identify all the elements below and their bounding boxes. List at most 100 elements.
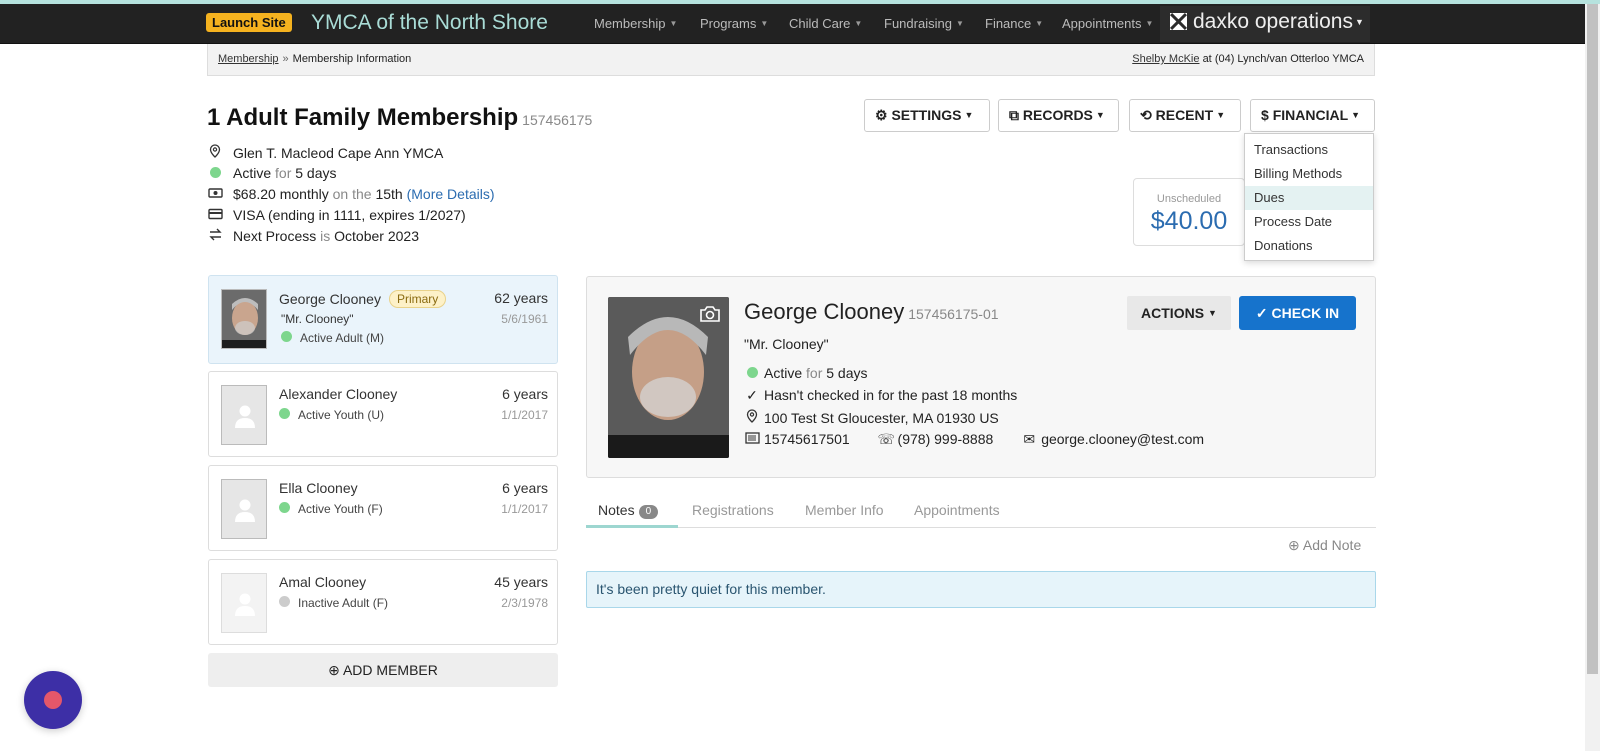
add-member-button[interactable]: ⊕ ADD MEMBER bbox=[208, 653, 558, 687]
settings-label: SETTINGS bbox=[891, 107, 962, 123]
records-button[interactable]: ⧉ RECORDS ▼ bbox=[998, 99, 1119, 132]
actions-button[interactable]: ACTIONS ▼ bbox=[1127, 296, 1231, 330]
plus-circle-icon: ⊕ bbox=[1288, 537, 1300, 553]
nav-finance[interactable]: Finance ▼ bbox=[985, 16, 1043, 32]
membership-number: 157456175 bbox=[522, 112, 593, 128]
member-status: Active Youth (U) bbox=[298, 408, 385, 422]
detail-status-duration: 5 days bbox=[826, 365, 868, 381]
balance-amount: $40.00 bbox=[1150, 207, 1228, 235]
detail-name: George Clooney bbox=[744, 299, 905, 324]
org-name[interactable]: YMCA of the North Shore bbox=[311, 10, 548, 36]
primary-badge: Primary bbox=[388, 290, 447, 308]
chevron-down-icon: ▼ bbox=[669, 19, 678, 28]
user-location: Shelby McKie at (04) Lynch/van Otterloo … bbox=[1132, 44, 1364, 75]
status-dot-icon bbox=[281, 331, 292, 342]
tab-registrations[interactable]: Registrations bbox=[692, 502, 774, 518]
nav-appointments[interactable]: Appointments ▼ bbox=[1062, 16, 1153, 32]
detail-address: 100 Test St Gloucester, MA 01930 US bbox=[764, 410, 999, 426]
checkin-note: Hasn't checked in for the past 18 months bbox=[764, 387, 1018, 403]
member-photo-placeholder bbox=[221, 573, 267, 633]
user-link[interactable]: Shelby McKie bbox=[1132, 53, 1199, 65]
breadcrumb-current: Membership Information bbox=[292, 53, 412, 65]
map-pin-icon bbox=[207, 144, 223, 161]
menu-item-dues[interactable]: Dues bbox=[1245, 186, 1373, 210]
notes-count-badge: 0 bbox=[638, 505, 659, 519]
status-dot-icon bbox=[279, 502, 290, 513]
launch-site-button[interactable]: Launch Site bbox=[206, 13, 292, 32]
member-card-alexander[interactable]: Alexander Clooney Active Youth (U) 6 yea… bbox=[208, 371, 558, 457]
member-large-photo[interactable] bbox=[608, 297, 729, 458]
member-card-ella[interactable]: Ella Clooney Active Youth (F) 6 years 1/… bbox=[208, 465, 558, 551]
money-icon bbox=[207, 186, 223, 202]
billing-day: 15th bbox=[375, 186, 403, 202]
tab-member-info[interactable]: Member Info bbox=[805, 502, 884, 518]
chat-launcher-button[interactable] bbox=[24, 671, 82, 729]
settings-button[interactable]: ⚙ SETTINGS ▼ bbox=[864, 99, 990, 132]
nav-membership[interactable]: Membership ▼ bbox=[594, 16, 677, 32]
nav-programs[interactable]: Programs ▼ bbox=[700, 16, 768, 32]
membership-status: Active bbox=[233, 165, 272, 181]
status-line: Active for 5 days bbox=[207, 165, 337, 181]
member-card-amal[interactable]: Amal Clooney Inactive Adult (F) 45 years… bbox=[208, 559, 558, 645]
person-silhouette-icon bbox=[235, 405, 255, 428]
nav-fundraising-label: Fundraising bbox=[884, 16, 952, 31]
scrollbar-thumb[interactable] bbox=[1587, 4, 1598, 674]
phone-icon: ☏ bbox=[877, 431, 896, 447]
member-status: Active Youth (F) bbox=[298, 502, 383, 516]
add-note-button[interactable]: ⊕ Add Note bbox=[1288, 537, 1361, 554]
member-age: 62 years bbox=[494, 290, 548, 306]
detail-checkin-line: ✓ Hasn't checked in for the past 18 month… bbox=[744, 387, 1017, 404]
member-age: 45 years bbox=[494, 574, 548, 590]
chevron-down-icon: ▼ bbox=[1351, 110, 1361, 120]
page-title: 1 Adult Family Membership 157456175 bbox=[207, 104, 592, 132]
menu-item-process-date[interactable]: Process Date bbox=[1245, 210, 1373, 234]
member-name: Ella Clooney bbox=[279, 480, 358, 496]
member-nickname: "Mr. Clooney" bbox=[281, 312, 354, 326]
next-process-line: Next Process is October 2023 bbox=[207, 228, 419, 244]
nav-finance-label: Finance bbox=[985, 16, 1032, 31]
chevron-down-icon: ▼ bbox=[955, 19, 964, 28]
chevron-down-icon: ▼ bbox=[964, 110, 974, 120]
check-circle-icon: ✓ bbox=[1255, 305, 1268, 321]
membership-price: $68.20 monthly bbox=[233, 186, 329, 202]
menu-item-billing-methods[interactable]: Billing Methods bbox=[1245, 162, 1373, 186]
plus-circle-icon: ⊕ bbox=[328, 662, 340, 678]
camera-icon[interactable] bbox=[699, 305, 721, 328]
nav-fundraising[interactable]: Fundraising ▼ bbox=[884, 16, 964, 32]
page-scrollbar[interactable] bbox=[1585, 4, 1600, 751]
tab-notes-label: Notes bbox=[598, 502, 635, 518]
breadcrumb-membership-link[interactable]: Membership bbox=[218, 53, 279, 65]
member-age: 6 years bbox=[502, 386, 548, 402]
member-status-line: Active Youth (U) bbox=[279, 408, 384, 422]
tab-notes[interactable]: Notes 0 bbox=[598, 502, 659, 519]
chevron-down-icon: ▼ bbox=[1035, 19, 1044, 28]
detail-phone[interactable]: (978) 999-8888 bbox=[898, 431, 994, 447]
check-circle-icon: ✓ bbox=[746, 387, 758, 403]
member-status-line: Active Adult (M) bbox=[281, 331, 384, 345]
detail-status: Active bbox=[764, 365, 803, 381]
member-name: Amal Clooney bbox=[279, 574, 367, 590]
recent-button[interactable]: ⟲ RECENT ▼ bbox=[1129, 99, 1241, 132]
check-in-label: CHECK IN bbox=[1271, 305, 1340, 321]
more-details-link[interactable]: (More Details) bbox=[407, 186, 495, 202]
member-card-george[interactable]: George Clooney Primary "Mr. Clooney" Acti… bbox=[208, 275, 558, 364]
menu-item-donations[interactable]: Donations bbox=[1245, 234, 1373, 258]
detail-email[interactable]: george.clooney@test.com bbox=[1041, 431, 1204, 447]
actions-label: ACTIONS bbox=[1141, 305, 1205, 321]
financial-button[interactable]: $ FINANCIAL ▼ bbox=[1250, 99, 1375, 132]
member-dob: 5/6/1961 bbox=[501, 312, 548, 326]
detail-barcode: 15745617501 bbox=[764, 431, 850, 447]
chevron-down-icon: ▼ bbox=[1208, 308, 1217, 318]
add-note-label: Add Note bbox=[1302, 537, 1362, 553]
barcode-icon bbox=[744, 431, 760, 447]
check-in-button[interactable]: ✓ CHECK IN bbox=[1239, 296, 1356, 330]
detail-tabs: Notes 0 Registrations Member Info Appoint… bbox=[586, 497, 1376, 528]
nav-child-care[interactable]: Child Care ▼ bbox=[789, 16, 862, 32]
tab-appointments[interactable]: Appointments bbox=[914, 502, 1000, 518]
member-photo-placeholder bbox=[221, 479, 267, 539]
detail-nickname: "Mr. Clooney" bbox=[744, 336, 829, 352]
next-process-label: Next Process bbox=[233, 228, 317, 244]
member-status: Active Adult (M) bbox=[300, 331, 385, 345]
menu-item-transactions[interactable]: Transactions bbox=[1245, 138, 1373, 162]
product-switcher[interactable]: daxko operations ▼ bbox=[1160, 6, 1370, 42]
